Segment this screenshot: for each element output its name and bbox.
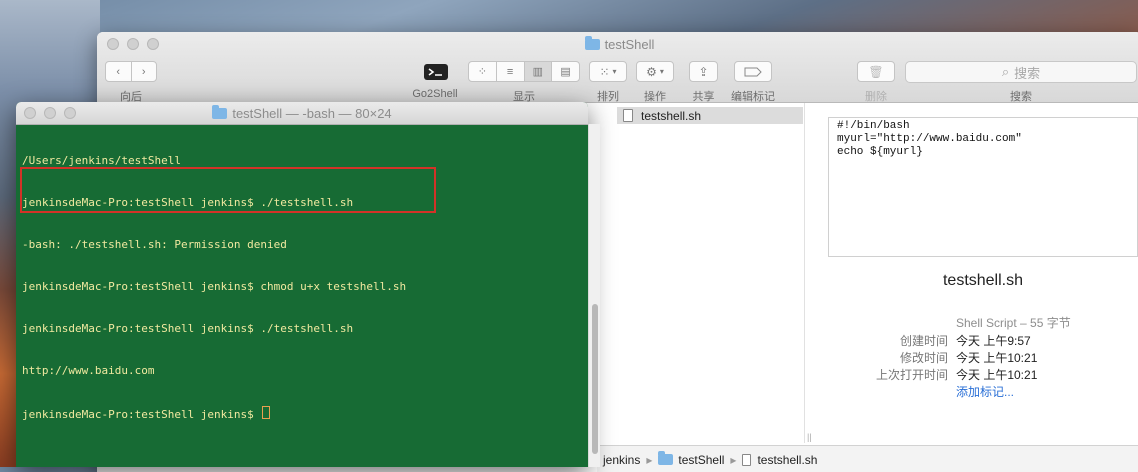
file-column: [612, 103, 805, 443]
chevron-right-icon: ▸: [646, 452, 653, 467]
preview-line: echo ${myurl}: [837, 146, 923, 158]
list-icon: ≡: [506, 65, 514, 78]
list-view-button[interactable]: ≡: [497, 62, 525, 81]
terminal-line: http://www.baidu.com: [22, 364, 155, 377]
column-view-button[interactable]: ▥: [524, 62, 553, 81]
search-icon: ⌕: [1001, 64, 1010, 79]
folder-icon: [212, 105, 228, 119]
icon-view-button[interactable]: ⁘: [469, 62, 497, 81]
share-label: 共享: [692, 91, 715, 103]
chevron-down-icon: ▾: [659, 67, 664, 76]
highlight-box: [20, 167, 436, 213]
path-item-jenkins[interactable]: jenkins: [603, 453, 640, 467]
finder-title: testShell: [97, 36, 1138, 52]
finder-toolbar: testShell ‹ › 向后 Go2Shell ⁘ ≡ ▥ ▤ 显示 ⁙▾: [97, 32, 1138, 103]
chevron-left-icon: ‹: [116, 65, 121, 78]
back-button[interactable]: ‹: [106, 62, 132, 81]
document-icon: [623, 109, 633, 122]
terminal-title-text: testShell — -bash — 80×24: [232, 106, 392, 121]
search-label: 搜索: [1010, 91, 1032, 103]
modified-value: 今天 上午10:21: [956, 351, 1038, 365]
chevron-right-icon: ›: [141, 65, 146, 78]
go2shell-button[interactable]: [423, 61, 449, 82]
terminal-line: jenkinsdeMac-Pro:testShell jenkins$ ./te…: [22, 322, 354, 335]
go2shell-label: Go2Shell: [412, 88, 458, 100]
preview-line: #!/bin/bash: [837, 120, 910, 132]
path-item-testshell[interactable]: testShell: [678, 453, 724, 467]
arrange-grid-icon: ⁙: [599, 64, 610, 79]
created-value: 今天 上午9:57: [956, 334, 1031, 348]
folder-icon: [584, 36, 600, 50]
last-opened-label: 上次打开时间: [875, 368, 948, 382]
preview-file-kind: Shell Script – 55 字节: [956, 316, 1071, 330]
created-label: 创建时间: [899, 334, 948, 348]
action-button[interactable]: ⚙ ▾: [636, 61, 674, 82]
nav-buttons: ‹ ›: [105, 61, 157, 82]
share-icon: ⇪: [698, 64, 709, 79]
file-preview: #!/bin/bash myurl="http://www.baidu.com"…: [828, 117, 1138, 257]
search-input[interactable]: ⌕ 搜索: [905, 61, 1137, 83]
delete-label: 删除: [865, 91, 887, 103]
preview-line: myurl="http://www.baidu.com": [837, 133, 1022, 145]
terminal-line: jenkinsdeMac-Pro:testShell jenkins$ chmo…: [22, 280, 407, 293]
file-row-selected[interactable]: testshell.sh: [617, 107, 803, 124]
view-mode-control: ⁘ ≡ ▥ ▤: [468, 61, 580, 82]
document-icon: [742, 453, 752, 466]
edit-tags-label: 编辑标记: [731, 91, 775, 103]
grid-icon: ⁘: [477, 66, 487, 78]
tag-icon: [744, 67, 762, 76]
chevron-right-icon: ▸: [730, 452, 737, 467]
gallery-view-button[interactable]: ▤: [552, 62, 579, 81]
terminal-line: -bash: ./testshell.sh: Permission denied: [22, 238, 287, 251]
action-label: 操作: [644, 91, 666, 103]
terminal-titlebar: testShell — -bash — 80×24: [16, 102, 588, 125]
columns-icon: ▥: [532, 66, 544, 78]
terminal-title: testShell — -bash — 80×24: [16, 105, 588, 121]
arrange-label: 排列: [597, 91, 619, 103]
search-placeholder: 搜索: [1014, 65, 1041, 81]
terminal-window: testShell — -bash — 80×24 /Users/jenkins…: [16, 102, 588, 467]
terminal-line: /Users/jenkins/testShell: [22, 154, 181, 167]
add-tags-link[interactable]: 添加标记...: [956, 383, 1014, 400]
column-resize-handle[interactable]: ||: [807, 432, 812, 442]
text-cursor: [262, 406, 271, 419]
folder-icon: [658, 451, 674, 465]
terminal-scrollbar[interactable]: [588, 124, 600, 467]
scrollbar-thumb[interactable]: [592, 304, 598, 454]
last-opened-value: 今天 上午10:21: [956, 368, 1038, 382]
gear-icon: ⚙: [646, 64, 657, 79]
trash-icon: 🗑: [868, 64, 884, 79]
finder-title-text: testShell: [604, 37, 655, 52]
preview-file-name: testshell.sh: [942, 272, 1024, 289]
delete-button[interactable]: 🗑: [857, 61, 895, 82]
terminal-prompt: jenkinsdeMac-Pro:testShell jenkins$: [22, 408, 261, 421]
arrange-button[interactable]: ⁙ ▾: [589, 61, 627, 82]
terminal-prompt-line: jenkinsdeMac-Pro:testShell jenkins$: [22, 406, 582, 422]
share-button[interactable]: ⇪: [689, 61, 718, 82]
path-bar: jenkins ▸ testShell ▸ testshell.sh: [597, 445, 1138, 472]
chevron-down-icon: ▾: [612, 67, 617, 76]
cover-flow-icon: ▤: [560, 66, 571, 78]
file-name: testshell.sh: [641, 108, 702, 123]
modified-label: 修改时间: [899, 351, 948, 365]
edit-tags-button[interactable]: [734, 61, 772, 82]
terminal-icon: [424, 63, 448, 80]
path-item-file[interactable]: testshell.sh: [757, 453, 817, 467]
forward-button[interactable]: ›: [132, 62, 157, 81]
